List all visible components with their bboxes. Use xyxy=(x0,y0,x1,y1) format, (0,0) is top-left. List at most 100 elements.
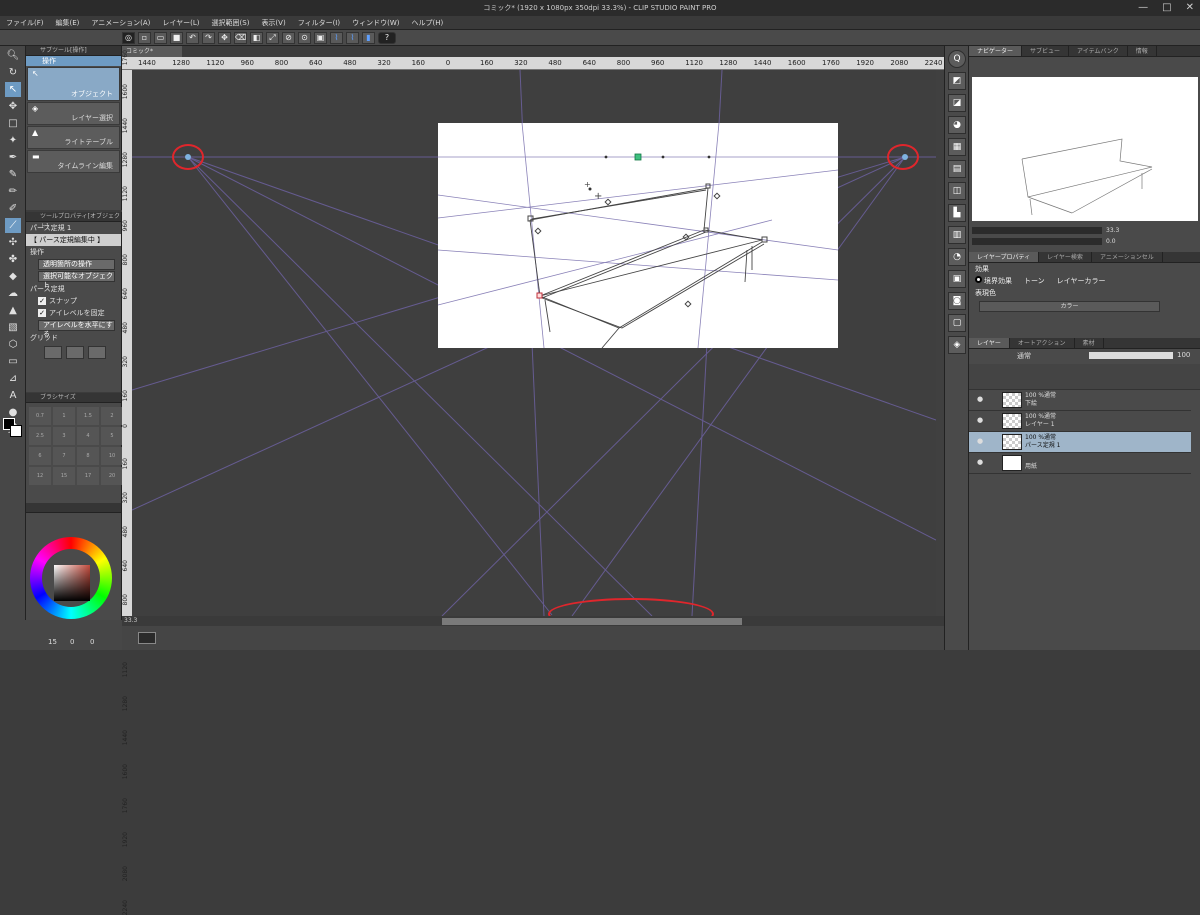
eye-icon[interactable]: ● xyxy=(977,417,984,424)
pen-tool-icon[interactable]: ✎ xyxy=(5,167,21,182)
border-effect-option[interactable]: 境界効果 xyxy=(975,275,1012,287)
menu-view[interactable]: 表示(V) xyxy=(261,18,285,28)
move-layer-tool-icon[interactable]: ✥ xyxy=(5,99,21,114)
blend-mode-select[interactable]: 通常 xyxy=(1017,351,1031,361)
hand-material-icon[interactable]: ◙ xyxy=(948,292,966,310)
tone-icon[interactable]: ▦ xyxy=(948,138,966,156)
snap-grid-icon[interactable]: ▮ xyxy=(362,31,375,44)
menu-help[interactable]: ヘルプ(H) xyxy=(411,18,443,28)
layer-row[interactable]: ● 用紙 xyxy=(969,453,1191,474)
snap-special-ruler-icon[interactable]: ⌇ xyxy=(346,31,359,44)
tab-subview[interactable]: サブビュー xyxy=(1022,46,1070,56)
brush-tool-icon[interactable]: ✐ xyxy=(5,201,21,216)
pencil-tool-icon[interactable]: ✏ xyxy=(5,184,21,199)
tab-auto-action[interactable]: オートアクション xyxy=(1010,338,1075,348)
brush-size-option[interactable]: 3 xyxy=(53,427,75,445)
zoom-value[interactable]: 33.3 xyxy=(124,617,137,624)
brush-size-option[interactable]: 5 xyxy=(101,427,123,445)
subtool-object[interactable]: ↖ オブジェクト xyxy=(27,67,120,101)
deselect-icon[interactable]: ⊘ xyxy=(282,31,295,44)
scale-icon[interactable]: ⤢ xyxy=(266,31,279,44)
undo-icon[interactable]: ↶ xyxy=(186,31,199,44)
layer-row[interactable]: ● 100 %通常 下絵 xyxy=(969,390,1191,411)
material-3d-icon[interactable]: ◕ xyxy=(948,116,966,134)
snap-ruler-icon[interactable]: ⌇ xyxy=(330,31,343,44)
brush-size-option[interactable]: 0.7 xyxy=(29,407,51,425)
tab-material[interactable]: 素材 xyxy=(1075,338,1104,348)
gradient-tool-icon[interactable]: ▧ xyxy=(5,320,21,335)
zoom-tool-icon[interactable]: 🔍︎ xyxy=(5,48,21,63)
help-icon[interactable]: ? xyxy=(378,31,396,44)
text-tool-icon[interactable]: A xyxy=(5,388,21,403)
menu-edit[interactable]: 編集(E) xyxy=(56,18,80,28)
snap-checkbox[interactable]: ✓ xyxy=(38,297,46,305)
material-icon[interactable]: ◩ xyxy=(948,72,966,90)
clear-icon[interactable]: ⌫ xyxy=(234,31,247,44)
auto-select-tool-icon[interactable]: ✦ xyxy=(5,133,21,148)
frame-material-icon[interactable]: ▤ xyxy=(948,160,966,178)
brush-size-option[interactable]: 8 xyxy=(77,447,99,465)
brush-size-option[interactable]: 7 xyxy=(53,447,75,465)
brush-size-option[interactable]: 2 xyxy=(101,407,123,425)
horizontal-scrollbar-thumb[interactable] xyxy=(442,618,742,625)
tab-navigator[interactable]: ナビゲーター xyxy=(969,46,1023,56)
frame-tool-icon[interactable]: ▭ xyxy=(5,354,21,369)
eye-icon[interactable]: ● xyxy=(977,438,984,445)
grid-xz-button[interactable] xyxy=(88,346,106,359)
figure-tool-icon[interactable]: ⬡ xyxy=(5,337,21,352)
subtool-group-tab[interactable]: 操作 xyxy=(26,56,121,66)
eye-icon[interactable]: ● xyxy=(977,459,984,466)
rotate-tool-icon[interactable]: ↻ xyxy=(5,65,21,80)
brush-size-option[interactable]: 1.5 xyxy=(77,407,99,425)
zoom-slider[interactable] xyxy=(972,227,1102,234)
brush-size-option[interactable]: 4 xyxy=(77,427,99,445)
snap-option[interactable]: ✓ スナップ xyxy=(26,295,121,307)
brush-size-option[interactable]: 1 xyxy=(53,407,75,425)
operation-tool-icon[interactable]: ↖ xyxy=(5,82,21,97)
invert-icon[interactable]: ⊙ xyxy=(298,31,311,44)
material-library-icon[interactable]: ▢ xyxy=(948,314,966,332)
timeline-toggle-icon[interactable] xyxy=(138,632,156,644)
canvas-viewport[interactable]: + + xyxy=(132,70,936,616)
download-material-icon[interactable]: ◈ xyxy=(948,336,966,354)
menu-selection[interactable]: 選択範囲(S) xyxy=(212,18,250,28)
open-file-icon[interactable]: ▭ xyxy=(154,31,167,44)
ruler-edit-tool-icon[interactable]: ⊿ xyxy=(5,371,21,386)
subtool-light-table[interactable]: ▲ ライトテーブル xyxy=(27,126,120,149)
selectable-object-select[interactable]: 選択可能なオブジェクト xyxy=(38,271,115,289)
menu-animation[interactable]: アニメーション(A) xyxy=(91,18,150,28)
tone-option[interactable]: トーン xyxy=(1024,275,1045,287)
color-wheel[interactable] xyxy=(30,537,112,619)
grid-xy-button[interactable] xyxy=(44,346,62,359)
brush-size-option[interactable]: 15 xyxy=(53,467,75,485)
opacity-slider[interactable] xyxy=(1089,352,1173,359)
clip-studio-icon[interactable]: ◎ xyxy=(122,31,135,44)
ruler-tool-icon[interactable]: ⟋ xyxy=(5,218,21,233)
menu-file[interactable]: ファイル(F) xyxy=(6,18,44,28)
grid-yz-button[interactable] xyxy=(66,346,84,359)
color-saturation-square[interactable] xyxy=(54,565,90,601)
tab-layer-property[interactable]: レイヤープロパティ xyxy=(969,252,1040,262)
level-eyelevel-button[interactable]: アイレベルを水平にする xyxy=(38,320,115,338)
layer-color-option[interactable]: レイヤーカラー xyxy=(1057,275,1106,287)
pose-material-icon[interactable]: ▣ xyxy=(948,270,966,288)
brush-size-option[interactable]: 17 xyxy=(77,467,99,485)
sub-color-swatch[interactable] xyxy=(10,425,22,437)
vertical-scrollbar[interactable] xyxy=(936,70,944,616)
blend-tool-icon[interactable]: ☁ xyxy=(5,286,21,301)
menu-layer[interactable]: レイヤー(L) xyxy=(162,18,199,28)
layer-row[interactable]: ● 100 %通常 レイヤー 1 xyxy=(969,411,1191,432)
brush-size-option[interactable]: 2.5 xyxy=(29,427,51,445)
search-icon[interactable]: Q xyxy=(948,50,966,68)
eye-icon[interactable]: ● xyxy=(977,396,984,403)
balloon-material-icon[interactable]: ◫ xyxy=(948,182,966,200)
subtool-layer-select[interactable]: ◈ レイヤー選択 xyxy=(27,102,120,125)
fix-eyelevel-option[interactable]: ✓ アイレベルを固定 xyxy=(26,307,121,319)
eraser-tool-icon[interactable]: ◆ xyxy=(5,269,21,284)
decoration-tool-icon[interactable]: ✤ xyxy=(5,252,21,267)
maximize-button[interactable]: □ xyxy=(1162,2,1171,13)
expression-color-select[interactable]: カラー xyxy=(979,301,1160,312)
subtool-timeline-edit[interactable]: ▬ タイムライン編集 xyxy=(27,150,120,173)
new-file-icon[interactable]: ▫ xyxy=(138,31,151,44)
brush-size-option[interactable]: 12 xyxy=(29,467,51,485)
